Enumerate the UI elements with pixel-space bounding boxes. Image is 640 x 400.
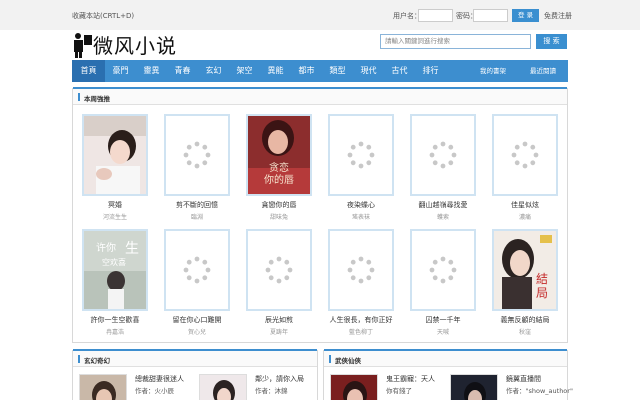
book-title[interactable]: 鏡翼直播間: [506, 374, 541, 384]
loading-spinner-icon: [183, 141, 211, 169]
password-input[interactable]: [473, 9, 508, 22]
book-title[interactable]: 總裁甜妻很迷人: [135, 374, 184, 384]
book-cover-image[interactable]: [199, 374, 247, 400]
book-author: 甜味兔: [269, 214, 288, 221]
book-title[interactable]: 人生很長，有你正好: [318, 315, 404, 325]
nav-item[interactable]: 異能: [260, 60, 291, 82]
book-author: 秋窪: [518, 329, 531, 336]
nav-item[interactable]: 首頁: [72, 60, 105, 82]
nav-item[interactable]: 架空: [229, 60, 260, 82]
bookshelf-link[interactable]: 我的書架: [480, 60, 506, 82]
book-author: 河流生生: [102, 214, 127, 221]
book-cover-image[interactable]: [450, 374, 498, 400]
loading-spinner-icon: [347, 141, 375, 169]
loading-spinner-icon: [511, 141, 539, 169]
book-cover-placeholder[interactable]: [164, 114, 230, 196]
nav-item[interactable]: 靈異: [136, 60, 167, 82]
svg-text:結: 結: [536, 272, 548, 286]
book-author: 作者：沐錦: [255, 387, 288, 395]
nav-item[interactable]: 玄幻: [198, 60, 229, 82]
top-bar: 收藏本站(CRTL+D) 用户名： 密码： 登 录 免费注册: [0, 0, 640, 30]
username-label: 用户名：: [393, 12, 421, 20]
loading-spinner-icon: [347, 256, 375, 284]
loading-spinner-icon: [183, 256, 211, 284]
panel-title: 武俠仙俠: [335, 357, 361, 365]
nav-item[interactable]: 類型: [322, 60, 353, 82]
book-author: 作者："show_author": [506, 387, 573, 395]
search-input[interactable]: 請輸入關鍵詞進行搜索: [380, 34, 531, 49]
nav-item[interactable]: 古代: [384, 60, 415, 82]
panel-header: 本周強推: [73, 89, 567, 105]
book-title[interactable]: 翻山越嶺尋找愛: [400, 200, 486, 210]
book-author: 賀心兒: [187, 329, 206, 336]
book-author: 天喊: [436, 329, 449, 336]
book-cover-image[interactable]: [82, 114, 148, 196]
book-author: 濃痛: [518, 214, 531, 221]
book-title[interactable]: 囚禁一千年: [400, 315, 486, 325]
wuxia-section-panel: 武俠仙俠 鬼王霸寵：天人 你有錢了 鏡翼直播間 作者："show_author": [323, 349, 573, 400]
book-cover-placeholder[interactable]: [410, 229, 476, 311]
loading-spinner-icon: [265, 256, 293, 284]
book-title[interactable]: 鬼王霸寵：天人: [386, 374, 435, 384]
panel-title: 本周強推: [84, 95, 110, 103]
recent-reading-link[interactable]: 最近閱讀: [530, 60, 556, 82]
svg-text:贪恋: 贪恋: [269, 161, 289, 174]
book-title[interactable]: 義無反顧的結局: [482, 315, 568, 325]
book-author: 夏踌年: [269, 329, 288, 336]
main-nav: 首頁 豪門 靈異 青春 玄幻 架空 異能 都市 類型 現代 古代 排行 我的書架…: [72, 60, 568, 82]
nav-item[interactable]: 豪門: [105, 60, 136, 82]
book-title[interactable]: 冥婚: [72, 200, 158, 210]
book-cover-image[interactable]: 许你 生 空欢喜: [82, 229, 148, 311]
book-author: 瑤表袜: [351, 214, 370, 221]
svg-text:许你: 许你: [96, 241, 116, 254]
loading-spinner-icon: [429, 256, 457, 284]
book-author: 作者：火小辰: [135, 387, 174, 395]
book-cover-placeholder[interactable]: [328, 229, 394, 311]
book-author: 蠖索: [436, 214, 449, 221]
book-cover-placeholder[interactable]: [410, 114, 476, 196]
book-cover-placeholder[interactable]: [492, 114, 558, 196]
svg-text:生: 生: [125, 241, 139, 257]
nav-item[interactable]: 現代: [353, 60, 384, 82]
svg-text:你的唇: 你的唇: [264, 173, 294, 186]
nav-item[interactable]: 排行: [415, 60, 446, 82]
book-cover-image[interactable]: [330, 374, 378, 400]
panel-header: 玄幻奇幻: [73, 351, 317, 367]
book-author: 臨淵: [190, 214, 203, 221]
username-input[interactable]: [418, 9, 453, 22]
logo-reader-icon: [74, 33, 92, 58]
xuanhuan-section-panel: 玄幻奇幻 總裁甜妻很迷人 作者：火小辰 鄰少，請你入局 作者：沐錦: [72, 349, 318, 400]
book-title[interactable]: 留在你心口難開: [154, 315, 240, 325]
book-cover-placeholder[interactable]: [164, 229, 230, 311]
book-title[interactable]: 鄰少，請你入局: [255, 374, 304, 384]
weekly-recommend-panel: 本周強推 冥婚 河流生生 剪不斷的回憶 臨淵 贪恋 你的唇 貪戀你的唇 甜味兔 …: [72, 87, 568, 343]
panel-header: 武俠仙俠: [324, 351, 567, 367]
book-cover-placeholder[interactable]: [328, 114, 394, 196]
register-link[interactable]: 免费注册: [544, 11, 572, 21]
site-logo-text[interactable]: 微风小说: [93, 30, 177, 59]
nav-item[interactable]: 青春: [167, 60, 198, 82]
svg-text:空欢喜: 空欢喜: [102, 257, 126, 267]
panel-title: 玄幻奇幻: [84, 357, 110, 365]
login-button[interactable]: 登 录: [512, 9, 539, 22]
book-title[interactable]: 剪不斷的回憶: [154, 200, 240, 210]
book-cover-image[interactable]: 贪恋 你的唇: [246, 114, 312, 196]
book-title[interactable]: 夜染蝶心: [318, 200, 404, 210]
book-title[interactable]: 辰光如煎: [236, 315, 322, 325]
book-author: 你有錢了: [386, 387, 412, 395]
svg-text:局: 局: [536, 286, 548, 300]
book-title[interactable]: 許你一生空歡喜: [72, 315, 158, 325]
book-author: 冉嘉浩: [105, 329, 124, 336]
book-title[interactable]: 貪戀你的唇: [236, 200, 322, 210]
book-author: 藍色柳丁: [348, 329, 373, 336]
nav-item[interactable]: 都市: [291, 60, 322, 82]
book-cover-placeholder[interactable]: [246, 229, 312, 311]
favorite-link[interactable]: 收藏本站(CRTL+D): [72, 11, 134, 21]
book-cover-image[interactable]: [79, 374, 127, 400]
loading-spinner-icon: [429, 141, 457, 169]
book-title[interactable]: 佳星似炫: [482, 200, 568, 210]
book-cover-image[interactable]: 結 局: [492, 229, 558, 311]
search-button[interactable]: 搜 索: [536, 34, 567, 49]
